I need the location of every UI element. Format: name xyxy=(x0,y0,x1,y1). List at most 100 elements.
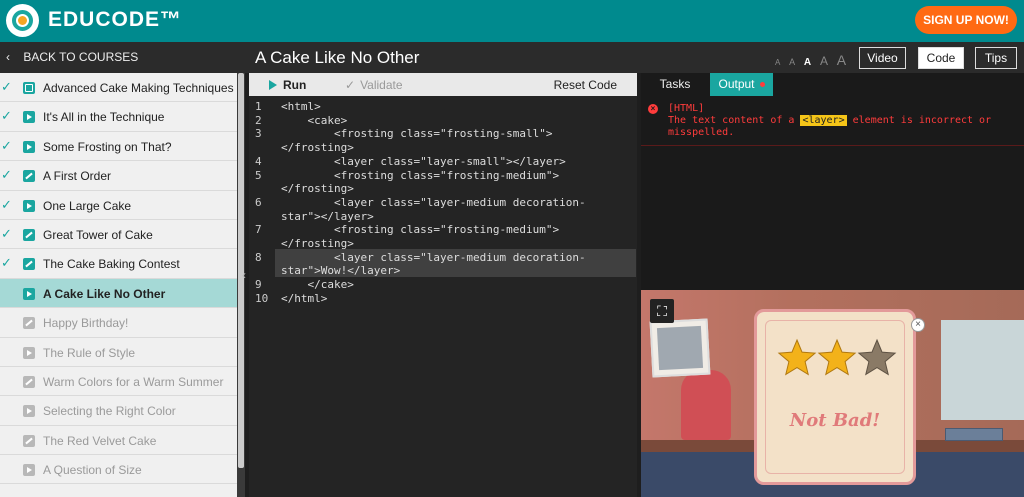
chevron-left-icon: ‹ xyxy=(6,50,10,64)
checkmark-icon: ✓ xyxy=(1,108,12,124)
result-message: Not Bad! xyxy=(789,410,881,431)
signup-button[interactable]: SIGN UP NOW! xyxy=(915,6,1017,34)
code-line[interactable]: <layer class="layer-medium decoration- xyxy=(281,251,586,264)
font-size-controls: A A A A A xyxy=(775,52,852,68)
code-line[interactable]: <layer class="layer-small"></layer> xyxy=(281,155,566,168)
code-line[interactable]: <frosting class="frosting-medium"> xyxy=(281,169,559,182)
result-card: Not Bad! xyxy=(754,309,916,485)
tab-tasks[interactable]: Tasks xyxy=(641,73,709,96)
font-size-s[interactable]: A xyxy=(789,57,795,67)
course-list: ✓ Advanced Cake Making Techniques ✓ It's Al… xyxy=(0,73,237,485)
course-item[interactable]: Warm Colors for a Warm Summer xyxy=(0,367,237,397)
play-icon xyxy=(23,287,35,300)
checkmark-icon: ✓ xyxy=(1,167,12,183)
course-label: Warm Colors for a Warm Summer xyxy=(43,374,224,389)
code-line[interactable]: <html> xyxy=(281,100,321,113)
logo-icon[interactable] xyxy=(6,4,39,37)
checkmark-icon: ✓ xyxy=(1,137,12,153)
checkmark-icon: ✓ xyxy=(1,79,12,94)
course-item[interactable]: The Red Velvet Cake xyxy=(0,426,237,456)
lesson-title: A Cake Like No Other xyxy=(255,48,420,67)
image-icon xyxy=(23,82,35,94)
close-card-icon[interactable]: × xyxy=(911,318,925,332)
tab-output[interactable]: Output xyxy=(710,73,773,96)
code-line[interactable]: </frosting> xyxy=(281,237,354,250)
code-line[interactable]: </cake> xyxy=(281,278,353,291)
course-item[interactable]: ✓ Advanced Cake Making Techniques xyxy=(0,73,237,103)
pencil-icon xyxy=(23,228,35,241)
course-item[interactable]: ✓ Some Frosting on That? xyxy=(0,132,237,162)
run-button[interactable]: Run xyxy=(269,78,306,92)
star-filled-icon xyxy=(817,338,857,376)
course-label: One Large Cake xyxy=(43,198,132,213)
code-line[interactable]: <frosting class="frosting-medium"> xyxy=(281,223,559,236)
line-number: 9 xyxy=(255,278,262,292)
run-label: Run xyxy=(283,78,307,92)
output-label: Output xyxy=(718,77,755,91)
course-item[interactable]: Selecting the Right Color xyxy=(0,396,237,426)
pencil-icon xyxy=(23,258,35,271)
play-icon xyxy=(23,199,35,212)
course-label: Selecting the Right Color xyxy=(43,404,176,419)
line-number: 10 xyxy=(255,291,269,305)
play-icon xyxy=(23,346,35,359)
validate-button[interactable]: ✓ Validate xyxy=(345,78,403,92)
error-icon: × xyxy=(648,104,658,114)
course-item[interactable]: A Question of Size xyxy=(0,455,237,485)
code-line[interactable]: </html> xyxy=(281,292,327,305)
line-number: 5 xyxy=(255,168,262,182)
line-gutter: 1 2 3 4 5 6 7 8 9 10 xyxy=(249,96,273,497)
checkmark-icon: ✓ xyxy=(1,225,12,241)
pencil-icon xyxy=(23,170,35,183)
code-button[interactable]: Code xyxy=(918,47,964,69)
course-item[interactable]: ✓ It's All in the Technique xyxy=(0,102,237,132)
code-line[interactable]: <layer class="layer-medium decoration- xyxy=(281,196,586,209)
checkmark-icon: ✓ xyxy=(1,255,12,271)
font-size-xs[interactable]: A xyxy=(775,58,780,67)
line-number: 1 xyxy=(255,100,262,113)
line-number: 7 xyxy=(255,223,262,237)
course-item[interactable]: ✓ A First Order xyxy=(0,161,237,191)
star-empty-icon xyxy=(857,338,897,376)
game-preview: ⛶ Not Bad! × xyxy=(641,290,1024,497)
course-label: Great Tower of Cake xyxy=(43,227,153,242)
brand-name[interactable]: EDUCODE™ xyxy=(48,8,182,32)
code-line[interactable]: star">Wow!</layer> xyxy=(281,264,400,277)
font-size-m[interactable]: A xyxy=(804,57,811,68)
sidebar-scrollbar[interactable] xyxy=(237,73,245,497)
font-size-l[interactable]: A xyxy=(820,54,828,68)
back-to-courses-link[interactable]: ‹ BACK TO COURSES xyxy=(0,42,245,73)
cake-photo xyxy=(649,318,711,378)
collapse-sidebar-icon[interactable]: ‹ xyxy=(242,268,246,282)
code-line[interactable]: <frosting class="frosting-small"> xyxy=(281,127,553,140)
tips-button[interactable]: Tips xyxy=(975,47,1017,69)
code-line[interactable]: star"></layer> xyxy=(281,210,374,223)
course-item[interactable]: Happy Birthday! xyxy=(0,308,237,338)
line-number: 2 xyxy=(255,113,262,127)
code-line[interactable]: <cake> xyxy=(281,114,347,127)
error-text: The text content of a <layer> element is… xyxy=(668,115,1018,139)
pencil-icon xyxy=(23,375,35,388)
code-line[interactable]: </frosting> xyxy=(281,182,354,195)
video-button[interactable]: Video xyxy=(859,47,906,69)
course-label: A First Order xyxy=(43,169,112,184)
fullscreen-icon[interactable]: ⛶ xyxy=(650,299,674,323)
course-item[interactable]: ✓ Great Tower of Cake xyxy=(0,220,237,250)
course-item[interactable]: ✓ One Large Cake xyxy=(0,191,237,220)
code-editor[interactable]: 1 2 3 4 5 6 7 8 9 10 <html> <cake> <frosting clas… xyxy=(249,96,637,497)
course-label: The Cake Baking Contest xyxy=(43,257,180,272)
reset-code-button[interactable]: Reset Code xyxy=(554,78,617,92)
course-item[interactable]: ✓ The Cake Baking Contest xyxy=(0,249,237,279)
code-line[interactable]: </frosting> xyxy=(281,141,354,154)
font-size-xl[interactable]: A xyxy=(837,52,846,68)
course-item[interactable]: The Rule of Style xyxy=(0,338,237,367)
line-number: 3 xyxy=(255,127,262,141)
book-on-shelf xyxy=(945,428,1003,441)
line-number: 8 xyxy=(255,250,262,264)
output-panel: × [HTML] The text content of a <layer> e… xyxy=(641,96,1024,290)
panel-tabs: Tasks Output xyxy=(641,73,1024,96)
pencil-icon xyxy=(23,434,35,447)
course-item[interactable]: A Cake Like No Other xyxy=(0,278,237,309)
error-code: <layer> xyxy=(800,115,847,126)
star-filled-icon xyxy=(777,338,817,376)
